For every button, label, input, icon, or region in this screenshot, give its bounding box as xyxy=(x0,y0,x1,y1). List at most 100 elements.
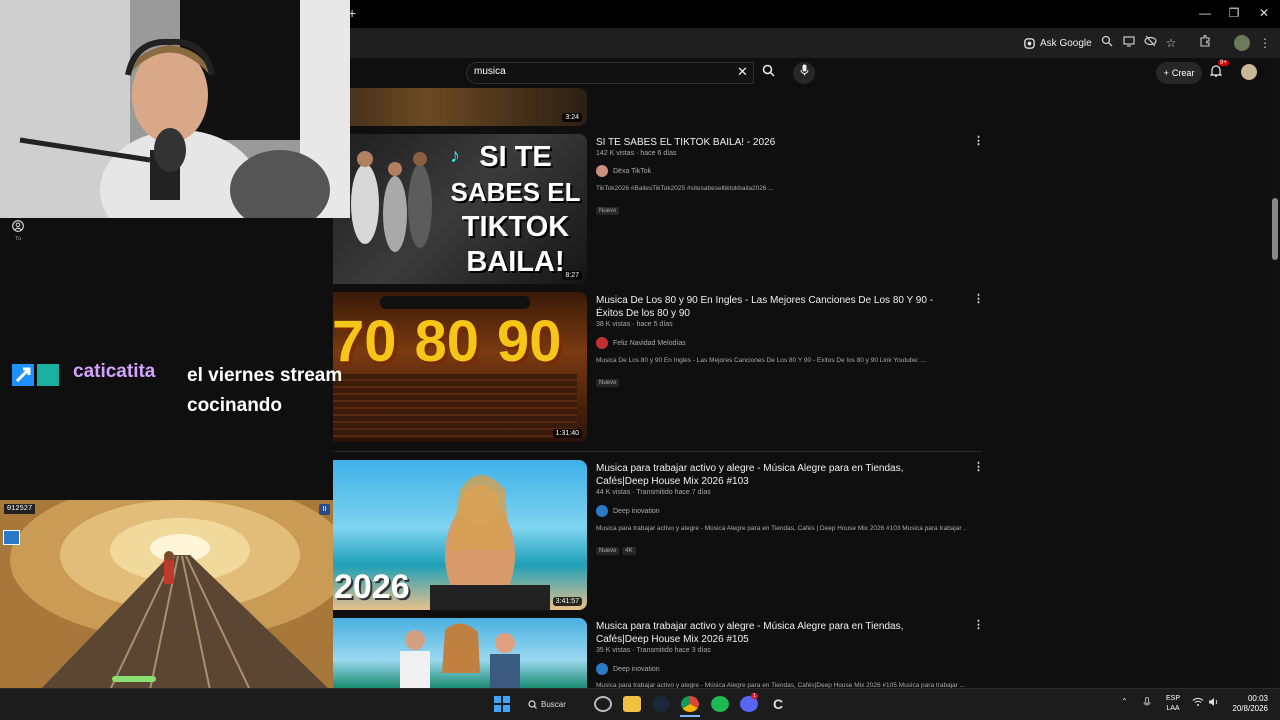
video-thumbnail[interactable]: ♪ SI TE SABES EL TIKTOK BAILA! 8:27 xyxy=(320,134,587,284)
video-result[interactable]: 2026 3:41:57 Musica para trabajar activo… xyxy=(320,460,1000,610)
tray-overflow-icon[interactable]: ⌃ xyxy=(1121,697,1128,706)
install-app-icon[interactable] xyxy=(1121,35,1137,51)
video-thumbnail[interactable]: 3:24 xyxy=(320,88,587,126)
clock-date: 20/8/2026 xyxy=(1232,704,1268,713)
subway-tunnel-scene xyxy=(0,500,333,690)
video-title[interactable]: Musica De Los 80 y 90 En Ingles - Las Me… xyxy=(596,294,958,320)
channel-avatar[interactable] xyxy=(596,337,608,349)
notifications-button[interactable]: 9+ xyxy=(1209,60,1229,82)
chrome-icon[interactable] xyxy=(681,696,699,712)
restore-button[interactable]: ❐ xyxy=(1224,6,1244,20)
user-label: Tú xyxy=(15,236,21,242)
bookmark-star-icon[interactable]: ☆ xyxy=(1163,35,1179,51)
channel-avatar[interactable] xyxy=(596,505,608,517)
video-result[interactable]: Musica para trabajar activo y alegre - M… xyxy=(320,618,1000,689)
lang-bottom: LAA xyxy=(1166,705,1180,712)
artists-illustration xyxy=(400,623,520,688)
badge-row: Nuevo xyxy=(596,199,622,217)
game-overlay: 012527 II xyxy=(0,500,333,690)
chat-username: caticatita xyxy=(73,361,156,382)
video-title[interactable]: Musica para trabajar activo y alegre - M… xyxy=(596,462,958,488)
search-input[interactable] xyxy=(474,66,724,77)
video-title[interactable]: Musica para trabajar activo y alegre - M… xyxy=(596,620,958,646)
channel-name[interactable]: Dëxa TikTok xyxy=(613,168,651,175)
create-button[interactable]: + Crear xyxy=(1156,62,1202,84)
game-powerup-icon xyxy=(3,530,20,545)
volume-icon[interactable] xyxy=(1208,697,1219,709)
taskbar-search[interactable]: Buscar xyxy=(528,695,580,713)
subscriber-badge-icon xyxy=(37,364,59,386)
create-label: Crear xyxy=(1171,68,1195,78)
search-button[interactable] xyxy=(754,62,782,84)
zoom-icon[interactable] xyxy=(1099,35,1115,51)
search-icon xyxy=(528,699,537,709)
steam-icon[interactable] xyxy=(652,696,670,712)
wifi-icon[interactable] xyxy=(1192,697,1204,709)
clock-time: 00:03 xyxy=(1247,694,1268,703)
clear-search-icon[interactable]: ✕ xyxy=(737,64,748,80)
taskbar-search-label: Buscar xyxy=(541,699,566,709)
page-scrollbar[interactable] xyxy=(1271,58,1280,690)
channel-avatar[interactable] xyxy=(596,165,608,177)
video-meta: 142 K vistas · hace 6 días xyxy=(596,150,677,157)
eye-off-icon[interactable] xyxy=(1142,35,1158,51)
duration-badge: 3:24 xyxy=(562,113,582,122)
game-score: 012527 xyxy=(4,504,36,514)
channel-avatar[interactable] xyxy=(596,663,608,675)
extensions-icon[interactable] xyxy=(1197,34,1213,51)
user-account-icon[interactable] xyxy=(12,220,24,235)
channel-row[interactable]: Deep inovation xyxy=(596,663,660,675)
thumbnail-text: TIKTOK xyxy=(461,211,570,243)
badge-row: Nuevo xyxy=(596,371,622,389)
video-meta: 44 K vistas · Transmitido hace 7 días xyxy=(596,489,711,496)
keyboard-language[interactable]: ESP LAA xyxy=(1164,694,1182,714)
channel-row[interactable]: Deep inovation xyxy=(596,505,660,517)
badge-row: Nuevo 4K xyxy=(596,539,639,557)
discord-icon[interactable]: 1 xyxy=(740,693,758,712)
plus-icon: + xyxy=(1163,68,1169,78)
search-box[interactable]: ✕ xyxy=(466,62,754,84)
video-thumbnail[interactable] xyxy=(320,618,587,688)
spotify-icon[interactable] xyxy=(711,696,729,712)
channel-name[interactable]: Deep inovation xyxy=(613,508,660,515)
game-pause-icon[interactable]: II xyxy=(319,504,330,515)
thumbnail-text: 80 xyxy=(414,309,480,374)
video-title[interactable]: SI TE SABES EL TIKTOK BAILA! - 2026 xyxy=(596,136,958,149)
duration-badge: 8:27 xyxy=(562,271,582,280)
duration-badge: 3:41:57 xyxy=(552,597,582,606)
webcam-feed xyxy=(0,0,350,218)
widgets-icon[interactable] xyxy=(594,696,612,712)
webcam-overlay xyxy=(0,0,350,218)
channel-name[interactable]: Feliz Navidad Melodías xyxy=(613,340,686,347)
close-window-button[interactable]: ✕ xyxy=(1254,6,1274,20)
ask-google-button[interactable]: Ask Google xyxy=(1024,34,1092,52)
minimize-button[interactable]: — xyxy=(1195,6,1215,20)
voice-search-button[interactable] xyxy=(793,62,815,84)
new-badge: Nuevo xyxy=(596,379,620,387)
system-clock[interactable]: 00:03 20/8/2026 xyxy=(1228,694,1268,714)
windows-start-icon[interactable] xyxy=(494,696,512,712)
thumbnail-text: 90 xyxy=(497,309,562,374)
channel-name[interactable]: Deep inovation xyxy=(613,666,660,673)
more-actions-button[interactable]: ⋮ xyxy=(973,460,984,473)
channel-row[interactable]: Feliz Navidad Melodías xyxy=(596,337,686,349)
file-explorer-icon[interactable] xyxy=(623,696,641,712)
google-lens-icon xyxy=(1024,37,1035,49)
video-thumbnail[interactable]: 2026 3:41:57 xyxy=(320,460,587,610)
app-c-icon[interactable]: C xyxy=(769,696,787,712)
video-meta: 35 K vistas · Transmitido hace 3 días xyxy=(596,647,711,654)
video-result[interactable]: ♪ SI TE SABES EL TIKTOK BAILA! 8:27 SI T… xyxy=(320,134,1000,284)
moderator-badge-icon xyxy=(12,364,34,386)
microphone-tray-icon[interactable] xyxy=(1143,697,1151,710)
more-actions-button[interactable]: ⋮ xyxy=(973,134,984,147)
youtube-avatar[interactable] xyxy=(1241,64,1257,80)
channel-row[interactable]: Dëxa TikTok xyxy=(596,165,651,177)
video-description: Musica para trabajar activo y alegre - M… xyxy=(596,525,966,532)
more-actions-button[interactable]: ⋮ xyxy=(973,618,984,631)
scrollbar-thumb[interactable] xyxy=(1272,198,1278,260)
browser-profile-avatar[interactable] xyxy=(1234,35,1250,51)
browser-menu-icon[interactable]: ⋮ xyxy=(1257,35,1273,51)
new-badge: Nuevo xyxy=(596,207,620,215)
more-actions-button[interactable]: ⋮ xyxy=(973,292,984,305)
video-result[interactable]: 70 80 90 1:31:40 Musica De Los 80 y 90 E… xyxy=(320,292,1000,442)
